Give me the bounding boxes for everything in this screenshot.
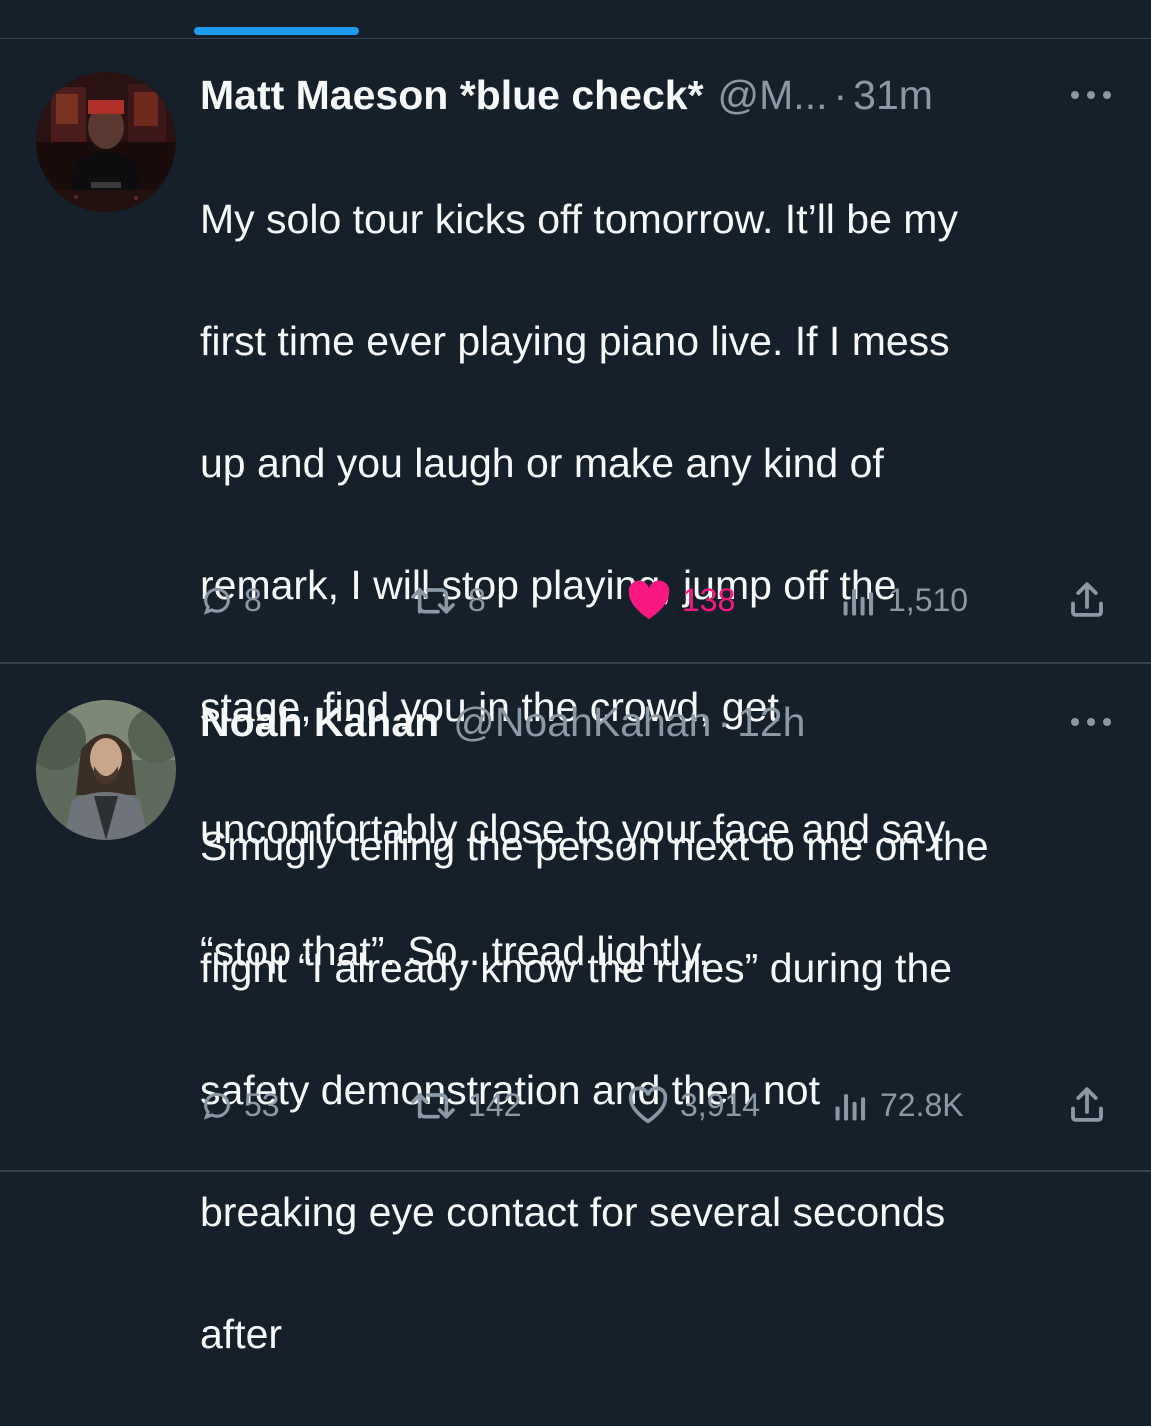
tweet-2[interactable]: Noah Kahan @NoahKahan · 12h Smugly telli…: [0, 665, 1151, 1357]
author-name[interactable]: Matt Maeson *blue check*: [200, 72, 704, 119]
avatar-matt-maeson[interactable]: [36, 72, 176, 212]
separator-dot: ·: [833, 71, 848, 118]
views-button[interactable]: 1,510: [840, 578, 968, 622]
reply-icon: [200, 1088, 234, 1122]
author-handle[interactable]: @M...: [718, 72, 828, 119]
tweet-time[interactable]: 31m: [853, 72, 933, 119]
like-button[interactable]: 138: [626, 578, 735, 622]
views-icon: [840, 583, 878, 617]
tweet-line: first time ever playing piano live. If I…: [200, 318, 950, 364]
tweet-line: breaking eye contact for several seconds: [200, 1189, 946, 1235]
retweet-icon: [408, 583, 458, 617]
tweet-line: My solo tour kicks off tomorrow. It’ll b…: [200, 196, 958, 242]
tweet-divider: [0, 662, 1151, 664]
like-count: 138: [682, 581, 736, 618]
tweet-divider: [0, 1170, 1151, 1172]
reply-icon: [200, 583, 234, 617]
like-button[interactable]: 3,914: [626, 1083, 760, 1127]
heart-icon: [626, 1086, 670, 1124]
views-icon: [832, 1088, 870, 1122]
views-button[interactable]: 72.8K: [832, 1083, 964, 1127]
share-icon: [1066, 579, 1108, 621]
tweet-1[interactable]: Matt Maeson *blue check* @M... · 31m My …: [0, 0, 1151, 974]
tweet-time[interactable]: 12h: [737, 699, 805, 746]
reply-count: 8: [244, 581, 262, 618]
heart-icon: [626, 580, 672, 620]
retweet-count: 142: [468, 1086, 522, 1123]
author-name[interactable]: Noah Kahan: [200, 699, 439, 746]
more-icon[interactable]: [1071, 80, 1111, 110]
tweet-line: up and you laugh or make any kind of: [200, 440, 884, 486]
tweet-line: after: [200, 1311, 283, 1357]
tweet-header: Noah Kahan @NoahKahan · 12h: [200, 697, 1111, 747]
retweet-count: 8: [468, 581, 486, 618]
views-count: 1,510: [888, 581, 969, 618]
tweet-header: Matt Maeson *blue check* @M... · 31m: [200, 70, 1111, 120]
like-count: 3,914: [680, 1086, 761, 1123]
avatar-noah-kahan[interactable]: [36, 700, 176, 840]
author-handle[interactable]: @NoahKahan: [453, 699, 711, 746]
tweet-line: Smugly telling the person next to me on …: [200, 823, 989, 869]
tweet-line: flight “I already know the rules” during…: [200, 945, 953, 991]
retweet-button[interactable]: 142: [408, 1083, 521, 1127]
share-icon: [1066, 1084, 1108, 1126]
reply-button[interactable]: 53: [200, 1083, 280, 1127]
separator-dot: ·: [717, 698, 732, 745]
more-icon[interactable]: [1071, 707, 1111, 737]
retweet-button[interactable]: 8: [408, 578, 486, 622]
views-count: 72.8K: [880, 1086, 964, 1123]
retweet-icon: [408, 1088, 458, 1122]
tweet-actions: 8 8 138 1,510: [200, 578, 1115, 622]
share-button[interactable]: [1066, 1083, 1108, 1127]
reply-button[interactable]: 8: [200, 578, 262, 622]
share-button[interactable]: [1066, 578, 1108, 622]
tweet-actions: 53 142 3,914 72.8K: [200, 1083, 1115, 1127]
reply-count: 53: [244, 1086, 280, 1123]
